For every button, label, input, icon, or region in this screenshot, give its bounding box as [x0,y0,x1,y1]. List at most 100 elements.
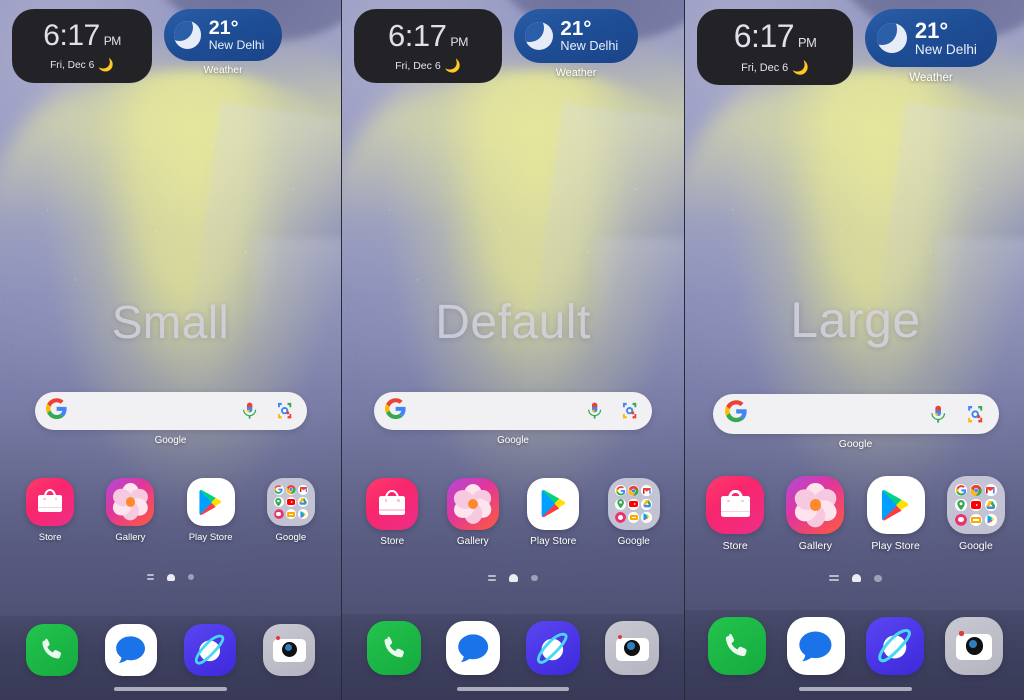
app-item[interactable]: Play Store [866,476,925,552]
microphone-icon [588,403,602,419]
page-dot[interactable] [531,574,538,582]
microphone-icon [242,403,257,419]
widget-row: 6:17 PM Fri, Dec 6 🌙 21° New Delhi Weath… [342,0,684,83]
app-label: Store [38,532,62,543]
play-store-icon [541,490,565,518]
weather-temperature: 21° [208,16,239,39]
navigation-bar [0,678,341,700]
google-folder-icon[interactable] [607,478,660,530]
page-indicator [685,574,1024,583]
google-search-icon [954,484,968,497]
google-g-icon [724,400,747,423]
home-dome-icon[interactable] [509,574,519,582]
meet-icon [969,513,982,526]
google-widget-label: Google [497,435,529,446]
google-g-icon [385,398,406,424]
weather-widget[interactable]: 21° New Delhi Weather [865,9,997,84]
microphone-icon[interactable] [584,400,605,421]
app-item[interactable]: Gallery [106,478,155,543]
phone-icon[interactable] [25,623,78,676]
internet-planet-icon[interactable] [525,621,580,676]
clock-time: 6:17 [388,17,447,53]
google-folder-icon[interactable] [266,478,315,526]
phone-icon[interactable] [707,617,766,675]
messages-icon[interactable] [446,621,501,676]
home-screen-panel-small: 6:17 PM Fri, Dec 6 🌙 21° New Delhi Weath… [0,0,341,700]
messages-icon[interactable] [786,617,845,675]
play-store-icon[interactable] [186,478,235,526]
app-label: Store [380,536,405,547]
gallery-icon[interactable] [446,478,499,530]
page-dot[interactable] [188,574,195,581]
photos-icon [273,509,284,520]
microphone-icon[interactable] [927,403,949,425]
camera-icon[interactable] [263,623,316,676]
app-item[interactable]: Play Store [186,478,235,543]
weather-widget[interactable]: 21° New Delhi Weather [514,9,638,79]
google-lens-icon[interactable] [964,403,986,425]
app-list-lines-icon[interactable] [488,574,497,581]
app-item[interactable]: Google [946,476,1005,552]
moon-icon [876,22,907,54]
widget-row: 6:17 PM Fri, Dec 6 🌙 21° New Delhi Weath… [685,0,1024,85]
app-item[interactable]: Google [266,478,315,543]
camera-icon[interactable] [605,621,660,676]
app-item[interactable]: Store [26,478,75,543]
google-search-widget[interactable]: Google [0,392,341,446]
app-list-lines-icon[interactable] [829,575,839,582]
internet-planet-icon[interactable] [184,623,237,676]
clock-date: Fri, Dec 6 [741,61,789,74]
weather-widget[interactable]: 21° New Delhi Weather [164,9,282,76]
store-icon[interactable] [26,478,75,526]
wallpaper [0,0,341,700]
weather-temperature: 21° [560,17,592,41]
store-icon[interactable] [706,476,765,534]
home-dome-icon[interactable] [167,574,176,581]
page-indicator [342,574,684,582]
app-list-lines-icon[interactable] [146,574,155,581]
internet-planet-icon[interactable] [866,617,925,675]
gesture-nav-pill[interactable] [114,687,227,691]
phone-icon[interactable] [366,621,421,676]
app-label: Gallery [798,540,832,552]
store-icon[interactable] [366,478,419,530]
gesture-nav-pill[interactable] [456,687,570,691]
clock-date-row: Fri, Dec 6 🌙 [50,58,114,73]
play-store-mini-icon [641,511,653,523]
drive-icon [641,498,653,510]
app-item[interactable]: Store [366,478,419,547]
google-search-widget[interactable]: Google [685,394,1024,450]
microphone-icon[interactable] [239,400,260,421]
gallery-icon[interactable] [786,476,845,534]
app-item[interactable]: Play Store [527,478,580,547]
app-item[interactable]: Gallery [786,476,845,552]
camera-icon[interactable] [945,617,1004,675]
google-lens-icon[interactable] [619,400,640,421]
app-label: Google [275,532,307,543]
app-grid: Store Gallery Play Store Google [0,478,341,543]
clock-ampm: PM [798,35,817,51]
app-label: Play Store [871,540,920,552]
gesture-nav-pill[interactable] [799,687,912,691]
clock-widget[interactable]: 6:17 PM Fri, Dec 6 🌙 [354,9,502,83]
google-search-widget[interactable]: Google [342,392,684,446]
app-item[interactable]: Google [607,478,660,547]
clock-widget[interactable]: 6:17 PM Fri, Dec 6 🌙 [12,9,152,83]
google-folder-icon[interactable] [946,476,1005,534]
weather-city: New Delhi [208,38,265,53]
app-item[interactable]: Gallery [446,478,499,547]
clock-widget[interactable]: 6:17 PM Fri, Dec 6 🌙 [697,9,853,85]
play-store-icon[interactable] [866,476,925,534]
google-widget-label: Google [154,435,187,446]
google-lens-icon [623,403,637,419]
play-store-icon[interactable] [527,478,580,530]
weather-city: New Delhi [914,41,977,57]
app-item[interactable]: Store [706,476,765,552]
page-dot[interactable] [874,574,882,582]
app-grid: Store Gallery Play Store Google [342,478,684,547]
home-dome-icon[interactable] [851,574,862,583]
app-label: Gallery [456,536,489,547]
messages-icon[interactable] [104,623,157,676]
google-lens-icon[interactable] [274,400,295,421]
gallery-icon[interactable] [106,478,155,526]
